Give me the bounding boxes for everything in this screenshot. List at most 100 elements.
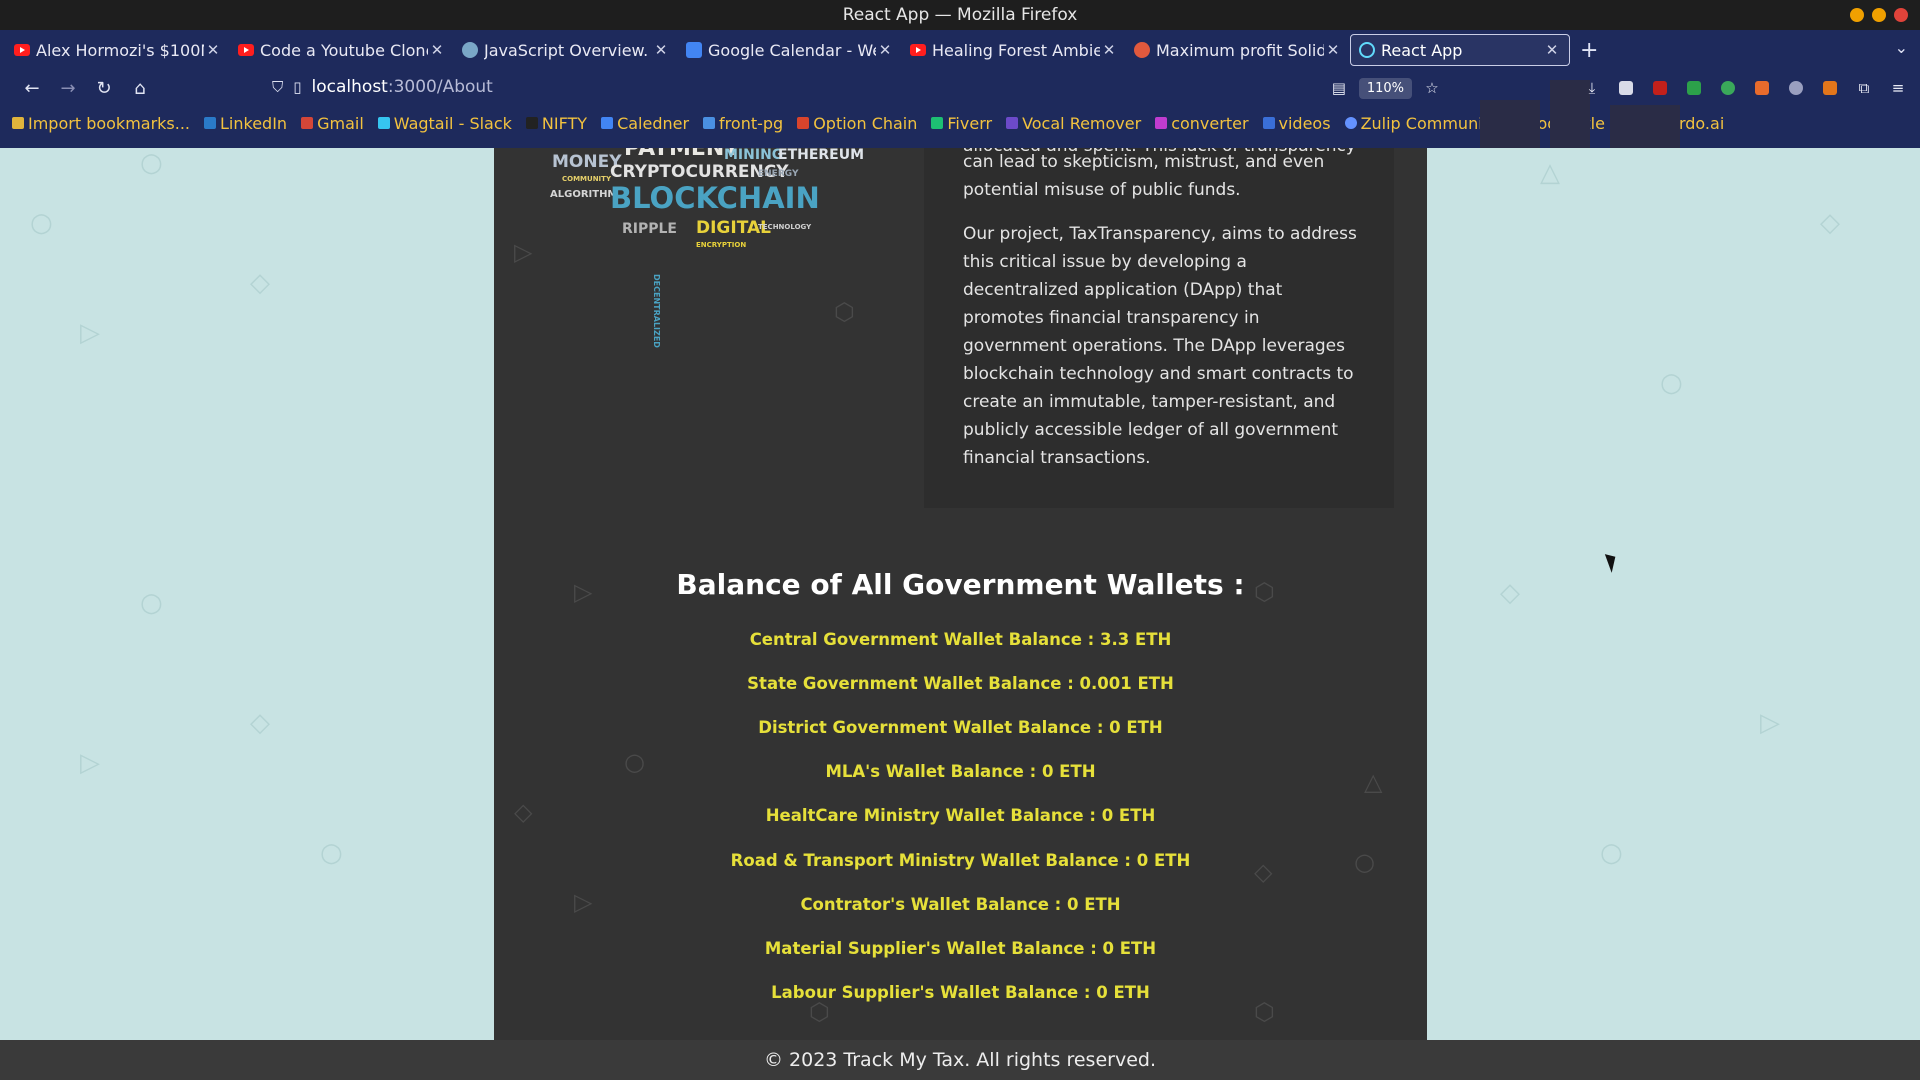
extension-icon[interactable] <box>1680 75 1708 101</box>
extension-icon[interactable] <box>1748 75 1776 101</box>
ublock-icon[interactable] <box>1646 75 1674 101</box>
bookmark-item[interactable]: front-pg <box>703 114 783 133</box>
zoom-level[interactable]: 110% <box>1358 77 1412 99</box>
wordcloud-word: BLOCKCHAIN <box>610 181 820 215</box>
close-icon[interactable]: ✕ <box>652 41 670 59</box>
close-icon[interactable]: ✕ <box>876 41 894 59</box>
bookmark-label: LinkedIn <box>220 113 288 133</box>
site-footer: © 2023 Track My Tax. All rights reserved… <box>0 1040 1920 1080</box>
bookmark-label: converter <box>1171 113 1249 133</box>
bookmark-item[interactable]: Gmail <box>301 114 364 133</box>
extensions-icon[interactable]: ⧉ <box>1850 75 1878 101</box>
bookmark-label: Caledner <box>617 113 690 133</box>
back-button[interactable]: ← <box>14 78 50 99</box>
about-line: potential misuse of public funds. <box>963 180 1241 200</box>
decor-triangle: ▷ <box>80 748 100 778</box>
close-icon[interactable]: ✕ <box>1324 41 1342 59</box>
extension-icon[interactable] <box>1782 75 1810 101</box>
close-icon[interactable]: ✕ <box>428 41 446 59</box>
decor-diamond: ◇ <box>1500 578 1520 608</box>
wallet-balances-section: Balance of All Government Wallets : Cent… <box>494 568 1427 1015</box>
about-paragraph-1: can lead to skepticism, mistrust, and ev… <box>963 148 1363 204</box>
menu-icon[interactable]: ≡ <box>1884 75 1912 101</box>
bookmark-item[interactable]: videos <box>1262 114 1331 133</box>
decor-circle: ○ <box>1600 838 1623 868</box>
slack-icon <box>377 117 390 129</box>
bookmark-item[interactable]: LinkedIn <box>204 114 287 133</box>
reload-button[interactable]: ↻ <box>86 78 122 99</box>
tab-label: Healing Forest Ambien <box>932 40 1100 60</box>
decor-triangle: △ <box>1540 158 1560 188</box>
youtube-icon <box>238 44 254 56</box>
bookmark-item[interactable]: Fiverr <box>931 114 992 133</box>
new-tab-button[interactable]: + <box>1580 38 1604 63</box>
extension-icon[interactable] <box>1612 75 1640 101</box>
tab-healing-forest[interactable]: Healing Forest Ambien ✕ <box>902 34 1126 66</box>
window-titlebar: React App — Mozilla Firefox <box>0 0 1920 30</box>
tab-google-calendar[interactable]: Google Calendar - Wee ✕ <box>678 34 902 66</box>
calendar-icon <box>686 42 702 58</box>
bookmark-label: Vocal Remover <box>1022 113 1142 133</box>
metamask-icon[interactable] <box>1816 75 1844 101</box>
tab-react-app[interactable]: React App ✕ <box>1350 34 1570 66</box>
wallet-balance-row: State Government Wallet Balance : 0.001 … <box>747 673 1174 693</box>
balances-heading: Balance of All Government Wallets : <box>676 568 1245 601</box>
fiverr-icon <box>931 117 944 129</box>
wallet-balance-row: Labour Supplier's Wallet Balance : 0 ETH <box>771 983 1150 1003</box>
minimize-button[interactable] <box>1850 8 1864 22</box>
bookmark-item[interactable]: Option Chain <box>797 114 917 133</box>
extension-icon[interactable] <box>1714 75 1742 101</box>
bookmark-star-icon[interactable]: ☆ <box>1418 75 1446 101</box>
option-chain-icon <box>797 117 810 129</box>
wordcloud-word: MINING <box>724 148 784 163</box>
decor-diamond: ◇ <box>1820 208 1840 238</box>
wordcloud-word: DECENTRALIZED <box>652 274 661 348</box>
toolbar-spacer <box>1452 75 1572 101</box>
bookmark-label: Fiverr <box>947 113 993 133</box>
tab-youtube-clone[interactable]: Code a Youtube Clone ✕ <box>230 34 454 66</box>
calendar-icon <box>601 117 614 129</box>
forward-button[interactable]: → <box>50 78 86 99</box>
bookmark-item[interactable]: Import bookmarks... <box>12 114 190 133</box>
close-window-button[interactable] <box>1894 8 1908 22</box>
tab-label: Google Calendar - Wee <box>708 40 876 60</box>
footer-copyright: © 2023 Track My Tax. All rights reserved… <box>764 1049 1156 1071</box>
url-host: localhost <box>311 77 388 97</box>
bookmark-item[interactable]: Vocal Remover <box>1006 114 1141 133</box>
url-bar[interactable]: ⛉ ▯ localhost:3000/About <box>272 77 493 97</box>
close-icon[interactable]: ✕ <box>1543 41 1561 59</box>
reader-view-icon[interactable]: ▤ <box>1325 75 1353 101</box>
wallet-balance-row: MLA's Wallet Balance : 0 ETH <box>825 762 1096 782</box>
maximize-button[interactable] <box>1872 8 1886 22</box>
wallet-balance-row: Road & Transport Ministry Wallet Balance… <box>730 850 1191 870</box>
about-line: can lead to skepticism, mistrust, and ev… <box>963 152 1325 172</box>
tab-alex-hormozi[interactable]: Alex Hormozi's $100M ✕ <box>6 34 230 66</box>
toolbar-right: ▤ 110% ☆ ⤓ ⧉ ≡ <box>1325 75 1912 101</box>
shield-icon[interactable]: ⛉ <box>272 78 283 96</box>
decor-diamond: ◇ <box>250 268 270 298</box>
wallet-balance-row: Central Government Wallet Balance : 3.3 … <box>749 629 1172 649</box>
decor-circle: ○ <box>30 208 53 238</box>
folder-icon <box>1262 117 1275 129</box>
import-icon <box>12 117 24 129</box>
bookmark-item[interactable]: Wagtail - Slack <box>377 114 512 133</box>
decor-triangle: ▷ <box>1760 708 1780 738</box>
window-title: React App — Mozilla Firefox <box>842 5 1078 25</box>
decor-triangle: ▷ <box>80 318 100 348</box>
page-icon: ▯ <box>293 78 302 96</box>
tab-javascript-overview[interactable]: JavaScript Overview. ✕ <box>454 34 678 66</box>
close-icon[interactable]: ✕ <box>204 41 222 59</box>
decor-circle: ○ <box>140 588 163 618</box>
chevron-down-icon[interactable]: ⌄ <box>1895 38 1908 57</box>
url-text[interactable]: localhost:3000/About <box>312 77 493 97</box>
bookmark-item[interactable]: NIFTY <box>525 114 587 133</box>
url-path: :3000/About <box>387 77 493 97</box>
bookmark-item[interactable]: Caledner <box>601 114 689 133</box>
about-text: can lead to skepticism, mistrust, and ev… <box>963 148 1363 488</box>
tab-maximum-profit[interactable]: Maximum profit Solidi ✕ <box>1126 34 1350 66</box>
home-button[interactable]: ⌂ <box>122 78 158 99</box>
download-icon[interactable]: ⤓ <box>1578 75 1606 101</box>
wordcloud-word: RIPPLE <box>622 221 677 237</box>
close-icon[interactable]: ✕ <box>1100 41 1118 59</box>
bookmark-item[interactable]: converter <box>1155 113 1249 133</box>
